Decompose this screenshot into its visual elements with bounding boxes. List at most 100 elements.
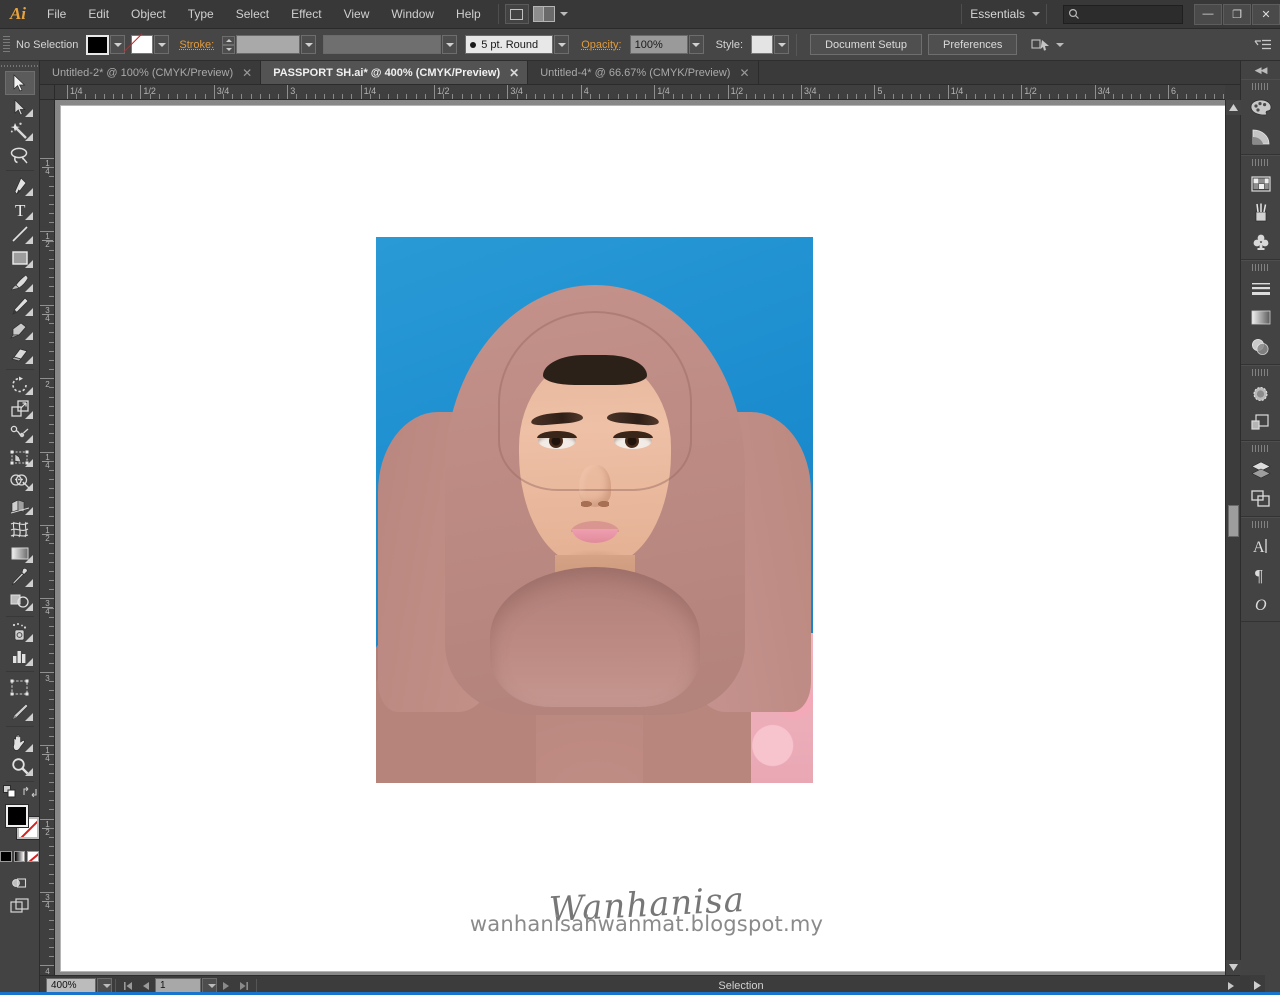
dock-group-grip[interactable] — [1251, 369, 1270, 378]
line-segment-tool[interactable] — [5, 222, 35, 246]
graphic-style-swatch[interactable] — [751, 35, 774, 54]
symbol-sprayer-tool[interactable] — [5, 620, 35, 644]
tab-close-icon[interactable]: ✕ — [509, 67, 519, 79]
stroke-color-dropdown[interactable] — [154, 35, 170, 54]
align-dropdown-chevron-icon[interactable] — [1056, 42, 1065, 47]
tab-close-icon[interactable]: ✕ — [739, 67, 749, 79]
color-panel-icon[interactable] — [1245, 93, 1277, 122]
expand-panels-button[interactable]: ◀◀ — [1241, 61, 1280, 79]
screen-mode-button[interactable] — [5, 894, 35, 918]
artboard[interactable]: Wanhanisa wanhanisahwanmat.blogspot.my — [60, 105, 1225, 972]
workspace-chevron-down-icon[interactable] — [1032, 12, 1040, 16]
document-setup-button[interactable]: Document Setup — [810, 34, 923, 55]
menu-select[interactable]: Select — [225, 0, 280, 29]
vertical-ruler[interactable]: 141234214123431412344 — [40, 100, 55, 975]
blob-brush-tool[interactable] — [5, 318, 35, 342]
lasso-tool[interactable] — [5, 143, 35, 167]
selection-tool[interactable] — [4, 71, 35, 95]
align-transform-icon[interactable] — [1031, 37, 1051, 53]
free-transform-tool[interactable] — [5, 445, 35, 469]
preferences-button[interactable]: Preferences — [928, 34, 1018, 55]
menu-effect[interactable]: Effect — [280, 0, 332, 29]
direct-selection-tool[interactable] — [5, 95, 35, 119]
stroke-color-swatch[interactable] — [131, 35, 154, 54]
minimize-button[interactable]: — — [1194, 3, 1222, 25]
glyphs-panel-icon[interactable]: O — [1245, 589, 1277, 618]
drawing-mode-button[interactable] — [5, 870, 35, 894]
layers-panel-icon[interactable] — [1245, 455, 1277, 484]
menu-type[interactable]: Type — [177, 0, 225, 29]
stroke-profile-dropdown[interactable] — [442, 35, 458, 54]
dock-group-grip[interactable] — [1251, 83, 1270, 92]
gradient-tool[interactable] — [5, 541, 35, 565]
passport-photo[interactable] — [376, 237, 813, 783]
toolbar-fill-swatch[interactable] — [6, 805, 28, 827]
gradient-mode-button[interactable] — [13, 851, 26, 862]
pen-tool[interactable] — [5, 174, 35, 198]
tab-passport-sh[interactable]: PASSPORT SH.ai* @ 400% (CMYK/Preview) ✕ — [261, 61, 529, 84]
width-tool[interactable] — [5, 421, 35, 445]
default-fill-stroke-icon[interactable] — [2, 785, 17, 799]
opacity-label[interactable]: Opacity: — [579, 39, 629, 51]
paintbrush-tool[interactable] — [5, 270, 35, 294]
pencil-tool[interactable] — [5, 294, 35, 318]
graphic-style-dropdown[interactable] — [774, 35, 790, 54]
blend-tool[interactable] — [5, 589, 35, 613]
shape-builder-tool[interactable] — [5, 469, 35, 493]
close-button[interactable]: ✕ — [1252, 3, 1280, 25]
stroke-panel-icon[interactable] — [1245, 274, 1277, 303]
rectangle-tool[interactable] — [5, 246, 35, 270]
menu-edit[interactable]: Edit — [77, 0, 120, 29]
artboards-panel-icon[interactable] — [1245, 484, 1277, 513]
character-panel-icon[interactable]: A — [1245, 531, 1277, 560]
slice-tool[interactable] — [5, 699, 35, 723]
control-bar-grip[interactable] — [3, 35, 10, 54]
graphic-styles-panel-icon[interactable] — [1245, 408, 1277, 437]
menu-help[interactable]: Help — [445, 0, 492, 29]
dock-group-grip[interactable] — [1251, 264, 1270, 273]
eyedropper-tool[interactable] — [5, 565, 35, 589]
color-guide-panel-icon[interactable] — [1245, 122, 1277, 151]
fill-color-swatch[interactable] — [86, 34, 110, 55]
vertical-scroll-thumb[interactable] — [1228, 505, 1239, 537]
scale-tool[interactable] — [5, 397, 35, 421]
symbols-panel-icon[interactable] — [1245, 227, 1277, 256]
perspective-grid-tool[interactable] — [5, 493, 35, 517]
mesh-tool[interactable] — [5, 517, 35, 541]
column-graph-tool[interactable] — [5, 644, 35, 668]
stroke-weight-field[interactable] — [236, 35, 301, 54]
dock-group-grip[interactable] — [1251, 159, 1270, 168]
menu-view[interactable]: View — [333, 0, 381, 29]
eraser-tool[interactable] — [5, 342, 35, 366]
brushes-panel-icon[interactable] — [1245, 198, 1277, 227]
zoom-tool[interactable] — [5, 754, 35, 778]
ruler-origin-corner[interactable] — [40, 85, 55, 100]
status-display-text[interactable]: Selection — [260, 980, 1222, 992]
horizontal-ruler[interactable]: 1/4 1/2 3/4 3 1/4 1/2 3/4 4 1/4 1/2 3/4 5 1/4 1/2 3/4 6 — [55, 85, 1225, 100]
menu-file[interactable]: File — [36, 0, 77, 29]
search-input[interactable] — [1063, 4, 1183, 24]
hand-tool[interactable] — [5, 730, 35, 754]
color-mode-button[interactable] — [0, 851, 12, 862]
menu-window[interactable]: Window — [380, 0, 445, 29]
opacity-field[interactable]: 100% — [629, 35, 688, 54]
stroke-weight-dropdown[interactable] — [301, 35, 317, 54]
workspace-switcher[interactable]: Essentials — [968, 7, 1027, 21]
transparency-panel-icon[interactable] — [1245, 332, 1277, 361]
brush-definition-field[interactable]: 5 pt. Round — [465, 35, 554, 54]
tab-untitled-2[interactable]: Untitled-2* @ 100% (CMYK/Preview) ✕ — [40, 61, 262, 84]
restore-button[interactable]: ❐ — [1223, 3, 1251, 25]
vertical-scrollbar[interactable] — [1225, 100, 1241, 975]
control-panel-menu-button[interactable] — [1254, 38, 1272, 52]
scroll-down-button[interactable] — [1226, 960, 1241, 975]
none-mode-button[interactable] — [27, 851, 40, 862]
tab-untitled-4[interactable]: Untitled-4* @ 66.67% (CMYK/Preview) ✕ — [528, 61, 759, 84]
menu-object[interactable]: Object — [120, 0, 177, 29]
brush-definition-dropdown[interactable] — [554, 35, 570, 54]
tools-panel-grip[interactable] — [0, 61, 39, 71]
tab-close-icon[interactable]: ✕ — [242, 67, 252, 79]
stroke-weight-stepper[interactable] — [222, 35, 236, 54]
swap-fill-stroke-icon[interactable] — [22, 786, 37, 798]
stroke-weight-label[interactable]: Stroke: — [177, 39, 222, 51]
stroke-profile-field[interactable] — [323, 35, 442, 54]
